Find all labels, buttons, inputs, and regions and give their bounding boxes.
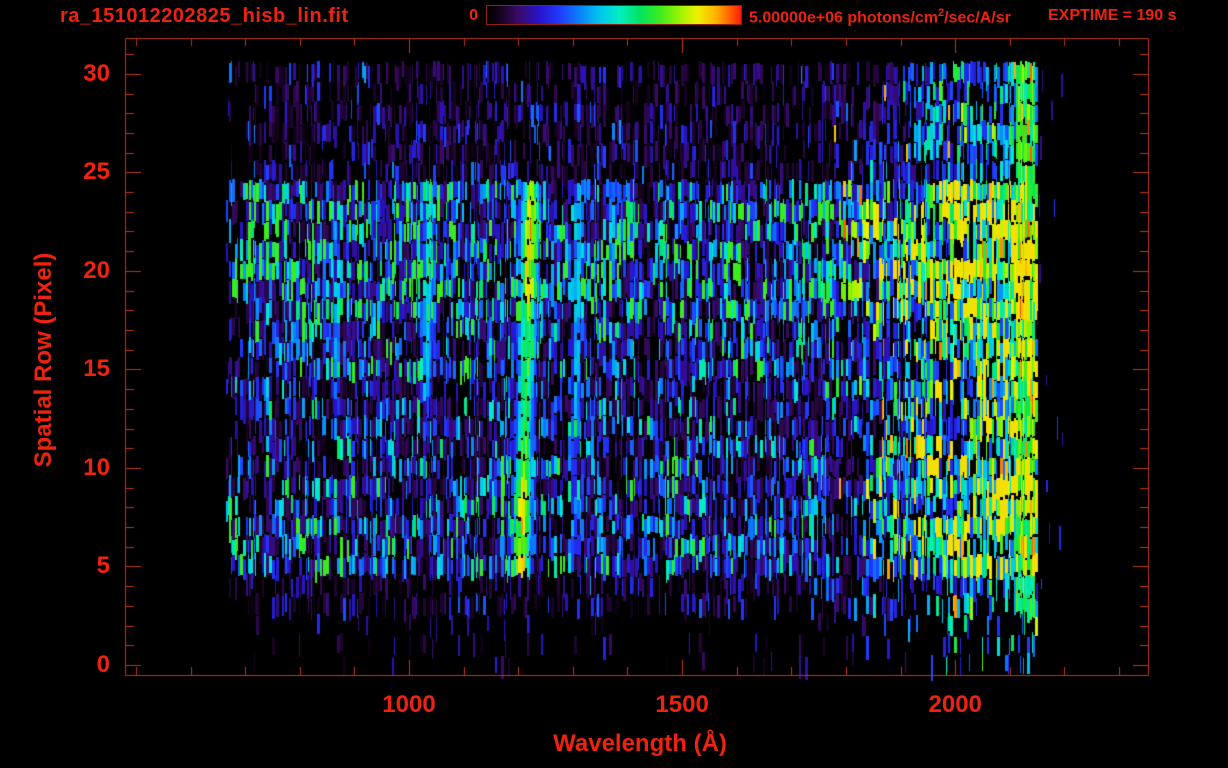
x-axis-title: Wavelength (Å) <box>553 730 727 757</box>
y-tick-label: 5 <box>96 552 110 580</box>
x-tick-label: 1500 <box>655 691 709 718</box>
app-window: ra_151012202825_hisb_lin.fit 0 5.00000e+… <box>0 0 1228 768</box>
x-tick-label: 2000 <box>928 691 982 718</box>
y-tick-label: 10 <box>83 453 110 481</box>
y-tick-label: 15 <box>83 355 110 383</box>
colorbar-max-label: 5.00000e+06 photons/cm2/sec/A/sr <box>749 7 1011 27</box>
y-tick-label: 0 <box>96 650 110 678</box>
colorbar-max-units: /sec/A/sr <box>944 9 1011 27</box>
x-tick-label: 1000 <box>382 691 436 718</box>
colorbar-min-label: 0 <box>469 7 478 24</box>
y-tick-label: 25 <box>83 158 110 186</box>
exptime-label: EXPTIME = 190 s <box>1048 7 1177 24</box>
file-title: ra_151012202825_hisb_lin.fit <box>60 5 349 27</box>
y-tick-label: 30 <box>83 59 110 87</box>
colorbar-gradient <box>486 5 742 25</box>
spectrogram-heatmap-canvas <box>0 0 1228 768</box>
y-tick-label: 20 <box>83 256 110 284</box>
colorbar-max-value: 5.00000e+06 photons/cm <box>749 9 938 27</box>
